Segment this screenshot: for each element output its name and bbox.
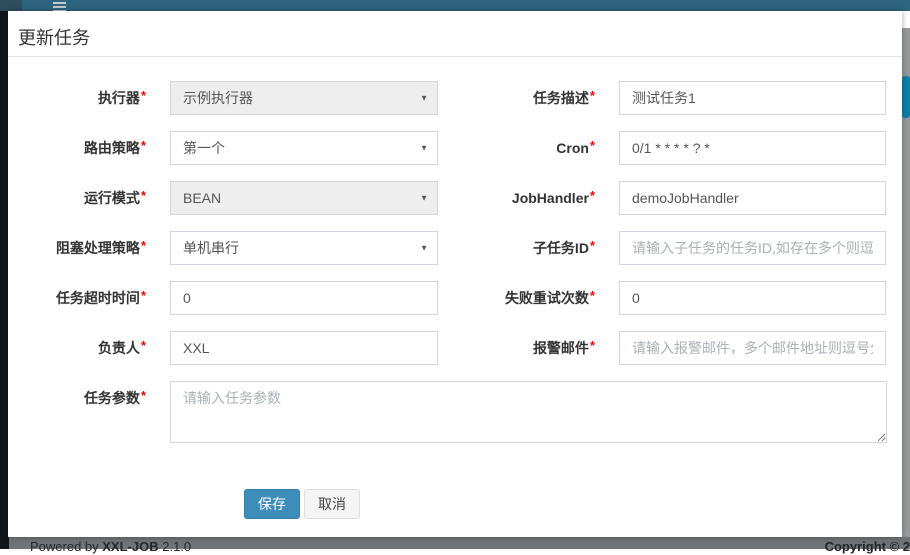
block-strategy-select-value: 单机串行: [183, 238, 239, 258]
required-asterisk: *: [141, 238, 146, 253]
route-strategy-select-value: 第一个: [183, 138, 225, 158]
cron-label: Cron*: [438, 131, 619, 166]
block-strategy-select[interactable]: 单机串行 ▼: [170, 231, 438, 265]
required-asterisk: *: [141, 288, 146, 303]
fail-retry-input[interactable]: [619, 281, 886, 315]
scrollbar-thumb[interactable]: [902, 76, 910, 118]
caret-down-icon: ▼: [420, 194, 428, 203]
job-param-label: 任务参数*: [23, 381, 170, 443]
required-asterisk: *: [590, 288, 595, 303]
required-asterisk: *: [590, 238, 595, 253]
form-row: 执行器* 示例执行器 ▼ 任务描述*: [23, 81, 887, 116]
required-asterisk: *: [141, 138, 146, 153]
logo-area: [0, 0, 22, 11]
modal-body: 执行器* 示例执行器 ▼ 任务描述* 路由策略* 第一个 ▼ Cron*: [8, 57, 902, 519]
required-asterisk: *: [141, 388, 146, 403]
caret-down-icon: ▼: [420, 94, 428, 103]
fail-retry-label: 失败重试次数*: [438, 281, 619, 316]
form-row: 路由策略* 第一个 ▼ Cron*: [23, 131, 887, 166]
save-button[interactable]: 保存: [244, 489, 300, 519]
form-row: 任务超时时间* 失败重试次数*: [23, 281, 887, 316]
page-scrollbar[interactable]: [902, 28, 910, 537]
job-desc-input[interactable]: [619, 81, 886, 115]
author-input[interactable]: [170, 331, 438, 365]
timeout-input[interactable]: [170, 281, 438, 315]
form-row: 负责人* 报警邮件*: [23, 331, 887, 366]
job-handler-label: JobHandler*: [438, 181, 619, 216]
copyright-text: Copyright © 2: [825, 538, 910, 555]
caret-down-icon: ▼: [420, 244, 428, 253]
cron-input[interactable]: [619, 131, 886, 165]
child-jobid-input[interactable]: [619, 231, 886, 265]
top-navbar: [0, 0, 910, 11]
required-asterisk: *: [141, 188, 146, 203]
child-jobid-label: 子任务ID*: [438, 231, 619, 266]
alarm-email-label: 报警邮件*: [438, 331, 619, 366]
caret-down-icon: ▼: [420, 144, 428, 153]
button-row: 保存 取消: [244, 489, 887, 519]
route-strategy-label: 路由策略*: [23, 131, 170, 166]
powered-by-text: Powered by XXL-JOB 2.1.0: [30, 538, 191, 555]
cancel-button[interactable]: 取消: [304, 489, 360, 519]
modal-header: 更新任务: [8, 11, 902, 57]
author-label: 负责人*: [23, 331, 170, 366]
update-job-modal: 更新任务 执行器* 示例执行器 ▼ 任务描述* 路由策略* 第一个 ▼: [8, 11, 902, 537]
executor-label: 执行器*: [23, 81, 170, 116]
job-handler-input[interactable]: [619, 181, 886, 215]
required-asterisk: *: [590, 138, 595, 153]
executor-select-value: 示例执行器: [183, 88, 253, 108]
job-desc-label: 任务描述*: [438, 81, 619, 116]
job-param-textarea[interactable]: [170, 381, 887, 443]
required-asterisk: *: [141, 88, 146, 103]
form-row: 阻塞处理策略* 单机串行 ▼ 子任务ID*: [23, 231, 887, 266]
required-asterisk: *: [590, 88, 595, 103]
timeout-label: 任务超时时间*: [23, 281, 170, 316]
required-asterisk: *: [141, 338, 146, 353]
glue-type-select-value: BEAN: [183, 190, 221, 206]
executor-select: 示例执行器 ▼: [170, 81, 438, 115]
glue-type-label: 运行模式*: [23, 181, 170, 216]
route-strategy-select[interactable]: 第一个 ▼: [170, 131, 438, 165]
block-strategy-label: 阻塞处理策略*: [23, 231, 170, 266]
required-asterisk: *: [590, 338, 595, 353]
glue-type-select: BEAN ▼: [170, 181, 438, 215]
alarm-email-input[interactable]: [619, 331, 886, 365]
form-row: 任务参数*: [23, 381, 887, 443]
footer: Powered by XXL-JOB 2.1.0 Copyright © 2: [9, 537, 910, 549]
form-row: 运行模式* BEAN ▼ JobHandler*: [23, 181, 887, 216]
required-asterisk: *: [590, 188, 595, 203]
brand-name: XXL-JOB: [102, 539, 158, 554]
modal-title: 更新任务: [18, 24, 892, 50]
